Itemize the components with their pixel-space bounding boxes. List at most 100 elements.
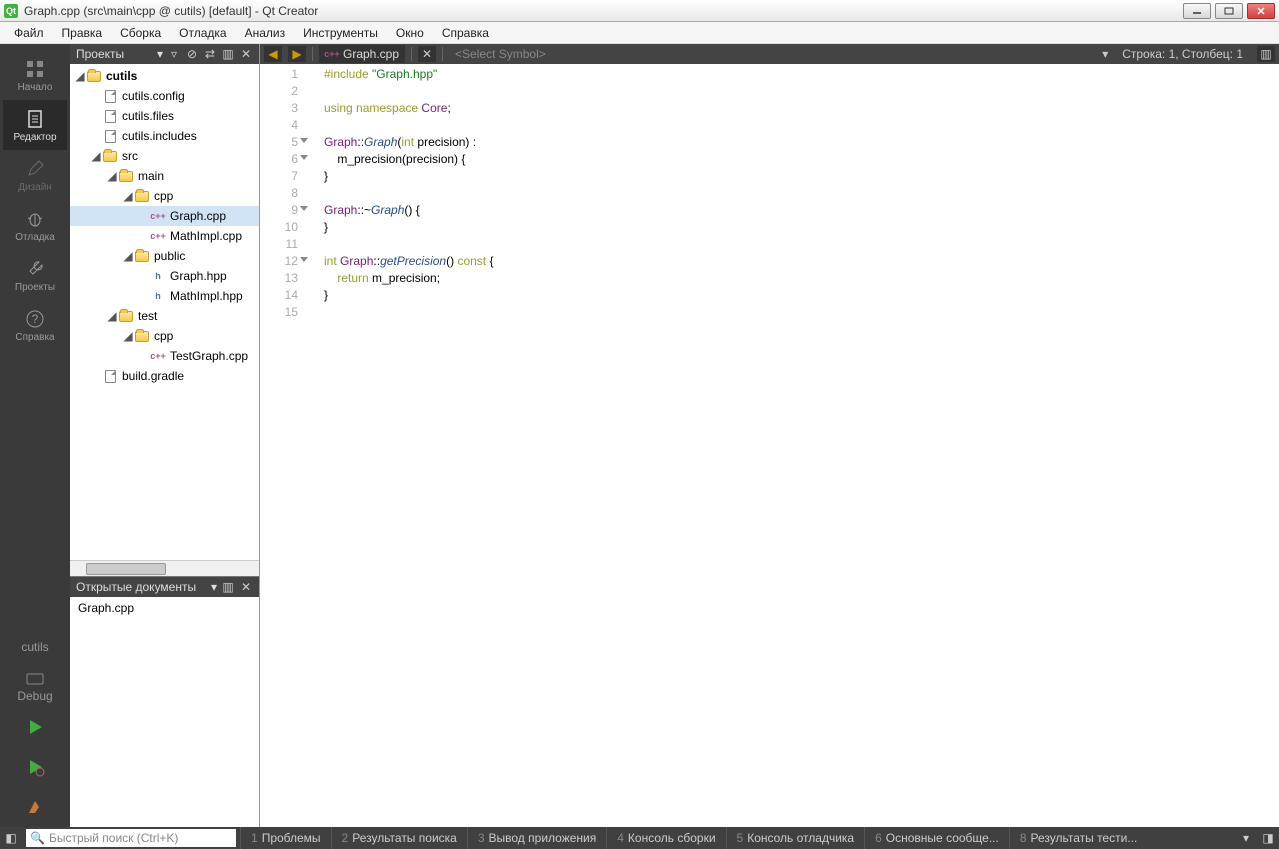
file-icon [102,89,118,103]
target-selector[interactable]: cutils [3,627,67,667]
kit-selector[interactable]: Debug [3,667,67,707]
pencil-icon [24,158,46,180]
menu-Отладка[interactable]: Отладка [171,24,234,42]
tree-item-MathImpl.cpp[interactable]: c++MathImpl.cpp [70,226,259,246]
chevron-icon[interactable]: ▾ [1235,827,1257,849]
sync-icon[interactable]: ⇄ [203,47,217,61]
folder-icon [86,69,102,83]
editor-toolbar: ◀ ▶ c++ Graph.cpp ✕ <Select Symbol> ▾ Ст… [260,44,1279,64]
mode-debug[interactable]: Отладка [3,200,67,250]
folder-icon [118,309,134,323]
tree-item-cutils.files[interactable]: cutils.files [70,106,259,126]
menu-Инструменты[interactable]: Инструменты [295,24,386,42]
project-tree[interactable]: ◢cutilscutils.configcutils.filescutils.i… [70,64,259,560]
opendocs-panel-header: Открытые документы ▾ ▥ ✕ [70,577,259,597]
menubar: ФайлПравкаСборкаОтладкаАнализИнструменты… [0,22,1279,44]
window-title: Graph.cpp (src\main\cpp @ cutils) [defau… [24,4,1183,18]
output-pane-1[interactable]: 1Проблемы [240,827,331,849]
opendocs-title: Открытые документы [76,580,207,594]
file-icon [102,129,118,143]
tree-item-main[interactable]: ◢main [70,166,259,186]
output-pane-3[interactable]: 3Вывод приложения [467,827,606,849]
tree-item-test[interactable]: ◢test [70,306,259,326]
wrench-icon [24,258,46,280]
split-icon[interactable]: ▥ [221,580,235,594]
dropdown-icon[interactable]: ▾ [211,580,217,594]
close-panel-icon[interactable]: ✕ [239,580,253,594]
menu-Сборка[interactable]: Сборка [112,24,169,42]
debug-run-button[interactable] [3,747,67,787]
svg-text:?: ? [32,312,39,326]
file-tab-label: Graph.cpp [343,47,399,61]
output-pane-8[interactable]: 8Результаты тести... [1009,827,1147,849]
tree-item-cutils.config[interactable]: cutils.config [70,86,259,106]
split-icon[interactable]: ▥ [221,47,235,61]
tree-item-Graph.cpp[interactable]: c++Graph.cpp [70,206,259,226]
open-documents-list[interactable]: Graph.cpp [70,597,259,827]
tree-item-src[interactable]: ◢src [70,146,259,166]
menu-Справка[interactable]: Справка [434,24,497,42]
file-icon [102,369,118,383]
grid-icon [24,58,46,80]
search-icon: 🔍 [30,831,45,845]
tree-item-cutils[interactable]: ◢cutils [70,66,259,86]
build-button[interactable] [3,787,67,827]
close-file-button[interactable]: ✕ [418,46,436,62]
cpp-icon: c++ [150,229,166,243]
tree-item-Graph.hpp[interactable]: hGraph.hpp [70,266,259,286]
toggle-sidebar-button[interactable]: ◧ [0,827,22,849]
cpp-icon: c++ [150,209,166,223]
cpp-icon: c++ [325,48,339,60]
output-toggle-icon[interactable]: ◨ [1257,827,1279,849]
tree-item-cpp[interactable]: ◢cpp [70,186,259,206]
search-placeholder: Быстрый поиск (Ctrl+K) [49,831,178,845]
file-tab[interactable]: c++ Graph.cpp [319,45,405,63]
dropdown-icon[interactable]: ▾ [157,47,163,61]
close-button[interactable] [1247,3,1275,19]
folder-icon [134,189,150,203]
bug-icon [24,208,46,230]
hpp-icon: h [150,289,166,303]
folder-icon [118,169,134,183]
mode-welcome[interactable]: Начало [3,50,67,100]
menu-Окно[interactable]: Окно [388,24,432,42]
menu-Анализ[interactable]: Анализ [237,24,294,42]
nav-forward-button[interactable]: ▶ [288,46,306,62]
tree-item-public[interactable]: ◢public [70,246,259,266]
run-button[interactable] [3,707,67,747]
projects-panel-title: Проекты [76,47,153,61]
minimize-button[interactable] [1183,3,1211,19]
menu-Правка[interactable]: Правка [54,24,111,42]
link-icon[interactable]: ⊘ [185,47,199,61]
mode-help[interactable]: ?Справка [3,300,67,350]
tree-item-MathImpl.hpp[interactable]: hMathImpl.hpp [70,286,259,306]
folder-icon [134,329,150,343]
doc-icon [24,108,46,130]
output-pane-5[interactable]: 5Консоль отладчика [726,827,865,849]
maximize-button[interactable] [1215,3,1243,19]
hpp-icon: h [150,269,166,283]
symbol-dropdown-icon[interactable]: ▾ [1102,47,1108,61]
output-pane-6[interactable]: 6Основные сообще... [864,827,1009,849]
tree-item-TestGraph.cpp[interactable]: c++TestGraph.cpp [70,346,259,366]
output-pane-2[interactable]: 2Результаты поиска [331,827,467,849]
mode-design[interactable]: Дизайн [3,150,67,200]
output-pane-4[interactable]: 4Консоль сборки [606,827,725,849]
tree-item-build.gradle[interactable]: build.gradle [70,366,259,386]
code-editor[interactable]: 123456789101112131415 #include "Graph.hp… [260,64,1279,827]
split-editor-icon[interactable]: ▥ [1257,46,1275,62]
quick-search[interactable]: 🔍 Быстрый поиск (Ctrl+K) [26,829,236,847]
filter-icon[interactable]: ▿ [167,47,181,61]
close-panel-icon[interactable]: ✕ [239,47,253,61]
projects-panel-header: Проекты ▾ ▿ ⊘ ⇄ ▥ ✕ [70,44,259,64]
tree-item-cpp[interactable]: ◢cpp [70,326,259,346]
mode-edit[interactable]: Редактор [3,100,67,150]
tree-scrollbar[interactable] [70,560,259,576]
tree-item-cutils.includes[interactable]: cutils.includes [70,126,259,146]
cursor-position: Строка: 1, Столбец: 1 [1114,47,1251,61]
symbol-selector[interactable]: <Select Symbol> [449,47,1096,61]
open-doc-item[interactable]: Graph.cpp [74,599,255,617]
menu-Файл[interactable]: Файл [6,24,52,42]
mode-projects[interactable]: Проекты [3,250,67,300]
nav-back-button[interactable]: ◀ [264,46,282,62]
